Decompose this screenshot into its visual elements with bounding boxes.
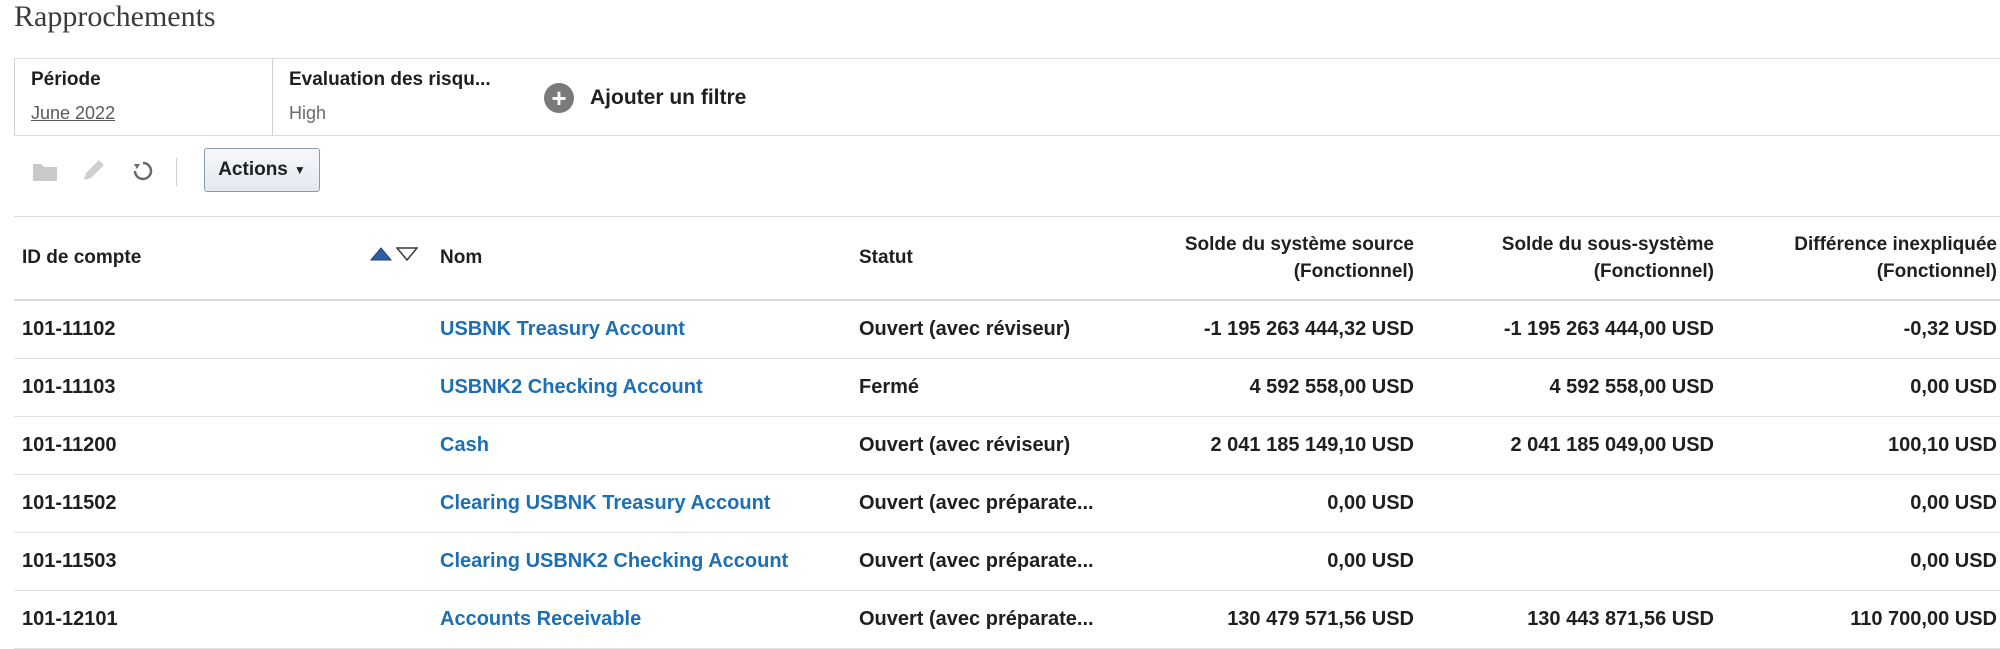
plus-circle-icon: +	[544, 83, 574, 113]
table-row[interactable]: 101-11103 USBNK2 Checking Account Fermé …	[14, 359, 2000, 417]
cell-unexplained-difference: 0,00 USD	[1910, 550, 1997, 572]
cell-subsystem-balance: 2 041 185 049,00 USD	[1510, 434, 1715, 456]
filter-value-link[interactable]: June 2022	[31, 103, 115, 124]
header-line: Solde du sous-système	[1501, 234, 1714, 255]
cell-account-id: 101-11503	[22, 550, 117, 572]
cell-status: Ouvert (avec préparate...	[859, 608, 1094, 630]
cell-account-name-link[interactable]: Cash	[440, 417, 489, 474]
filter-bar: Période June 2022 Evaluation des risqu..…	[14, 58, 2000, 136]
table-row[interactable]: 101-11503 Clearing USBNK2 Checking Accou…	[14, 533, 2000, 591]
actions-label: Actions	[218, 159, 288, 180]
add-filter-button[interactable]: + Ajouter un filtre	[544, 83, 746, 113]
cell-status: Ouvert (avec préparate...	[859, 492, 1094, 514]
cell-account-name-link[interactable]: Clearing USBNK2 Checking Account	[440, 533, 788, 590]
toolbar-separator	[176, 158, 177, 186]
cell-account-id: 101-12101	[22, 608, 118, 630]
caret-down-icon: ▼	[293, 163, 306, 177]
cell-source-balance: 130 479 571,56 USD	[1227, 608, 1414, 630]
cell-unexplained-difference: 0,00 USD	[1910, 376, 1997, 398]
table-row[interactable]: 101-11502 Clearing USBNK Treasury Accoun…	[14, 475, 2000, 533]
cell-status: Fermé	[859, 376, 920, 398]
cell-account-id: 101-11502	[22, 492, 117, 514]
refresh-icon[interactable]	[128, 156, 158, 186]
header-line: (Fonctionnel)	[1876, 261, 1997, 282]
reconciliations-table: ID de compte Nom Statut Solde du système…	[14, 216, 2000, 649]
cell-status: Ouvert (avec réviseur)	[859, 318, 1071, 340]
cell-source-balance: 2 041 185 149,10 USD	[1210, 434, 1415, 456]
cell-source-balance: 0,00 USD	[1327, 492, 1414, 514]
table-row[interactable]: 101-12101 Accounts Receivable Ouvert (av…	[14, 591, 2000, 649]
cell-source-balance: 4 592 558,00 USD	[1249, 376, 1414, 398]
header-statut[interactable]: Statut	[859, 217, 913, 299]
filter-label: Période	[31, 69, 101, 90]
cell-subsystem-balance: 130 443 871,56 USD	[1527, 608, 1714, 630]
header-id[interactable]: ID de compte	[22, 217, 141, 299]
header-solde-sous-systeme[interactable]: Solde du sous-système (Fonctionnel)	[1424, 217, 1714, 299]
cell-account-name-link[interactable]: Clearing USBNK Treasury Account	[440, 475, 770, 532]
header-line: (Fonctionnel)	[1593, 261, 1714, 282]
edit-pencil-icon[interactable]	[78, 156, 108, 186]
filter-evaluation-risque[interactable]: Evaluation des risqu... High	[272, 59, 513, 135]
cell-subsystem-balance	[1424, 533, 1714, 590]
header-difference-inexpliquee[interactable]: Différence inexpliquée (Fonctionnel)	[1724, 217, 1997, 299]
cell-account-id: 101-11103	[22, 376, 116, 398]
header-solde-source[interactable]: Solde du système source (Fonctionnel)	[1144, 217, 1414, 299]
cell-unexplained-difference: 100,10 USD	[1888, 434, 1997, 456]
cell-unexplained-difference: 0,00 USD	[1910, 492, 1997, 514]
cell-account-name-link[interactable]: USBNK Treasury Account	[440, 301, 685, 358]
cell-status: Ouvert (avec réviseur)	[859, 434, 1071, 456]
actions-button[interactable]: Actions ▼	[204, 148, 320, 192]
cell-source-balance: 0,00 USD	[1327, 550, 1414, 572]
cell-account-id: 101-11200	[22, 434, 117, 456]
folder-icon[interactable]	[30, 156, 60, 186]
cell-source-balance: -1 195 263 444,32 USD	[1203, 318, 1414, 340]
cell-account-name-link[interactable]: Accounts Receivable	[440, 591, 641, 648]
header-line: Solde du système source	[1184, 234, 1414, 255]
cell-account-id: 101-11102	[22, 318, 116, 340]
header-line: Différence inexpliquée	[1794, 234, 1997, 255]
filter-periode[interactable]: Période June 2022	[14, 59, 273, 135]
toolbar: Actions ▼	[14, 146, 914, 196]
table-row[interactable]: 101-11200 Cash Ouvert (avec réviseur) 2 …	[14, 417, 2000, 475]
header-line: (Fonctionnel)	[1293, 261, 1414, 282]
table-header: ID de compte Nom Statut Solde du système…	[14, 216, 2000, 301]
header-nom[interactable]: Nom	[440, 217, 482, 299]
sort-controls[interactable]	[370, 247, 418, 261]
add-filter-label: Ajouter un filtre	[590, 86, 747, 109]
sort-descending-icon[interactable]	[396, 247, 418, 261]
cell-account-name-link[interactable]: USBNK2 Checking Account	[440, 359, 703, 416]
filter-label: Evaluation des risqu...	[289, 69, 491, 90]
cell-subsystem-balance	[1424, 475, 1714, 532]
sort-ascending-icon[interactable]	[370, 247, 392, 261]
page-title: Rapprochements	[14, 0, 216, 33]
filter-value: High	[289, 103, 327, 123]
cell-subsystem-balance: -1 195 263 444,00 USD	[1503, 318, 1714, 340]
cell-status: Ouvert (avec préparate...	[859, 550, 1094, 572]
cell-unexplained-difference: -0,32 USD	[1903, 318, 1997, 340]
cell-unexplained-difference: 110 700,00 USD	[1850, 608, 1997, 630]
cell-subsystem-balance: 4 592 558,00 USD	[1549, 376, 1714, 398]
table-row[interactable]: 101-11102 USBNK Treasury Account Ouvert …	[14, 301, 2000, 359]
